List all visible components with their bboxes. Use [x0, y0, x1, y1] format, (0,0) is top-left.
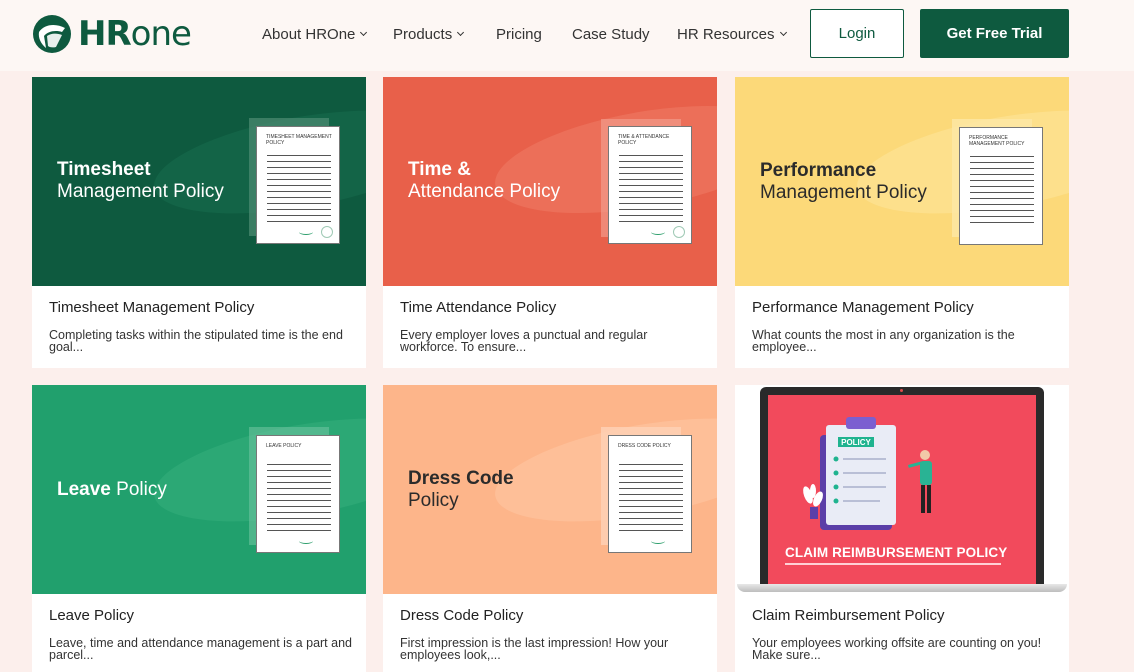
card-description: Completing tasks within the stipulated t…	[49, 328, 343, 354]
site-header: HRone About HROne Products Pricing Case …	[0, 0, 1134, 71]
thumb-title: Leave Policy	[57, 479, 167, 500]
card-thumbnail[interactable]: Timesheet Management Policy TIMESHEET MA…	[32, 77, 366, 286]
login-button[interactable]: Login	[810, 9, 904, 58]
document-icon: TIMESHEET MANAGEMENT POLICY	[256, 126, 340, 244]
card-title[interactable]: Dress Code Policy	[400, 607, 523, 624]
card-title[interactable]: Claim Reimbursement Policy	[752, 607, 945, 624]
card-description: Your employees working offsite are count…	[752, 636, 1042, 662]
claim-banner-underline	[785, 563, 1001, 565]
chevron-down-icon	[360, 28, 368, 37]
nav-about[interactable]: About HROne	[262, 26, 368, 43]
card-description: Leave, time and attendance management is…	[49, 636, 352, 662]
laptop-screen: POLICY CLAIM REIMBURSEMENT POLICY	[768, 395, 1036, 584]
document-icon: PERFORMANCE MANAGEMENT POLICY	[959, 127, 1043, 245]
laptop-illustration: POLICY CLAIM REIMBURSEMENT POLICY	[760, 387, 1044, 584]
chevron-down-icon	[457, 28, 465, 37]
card-description: First impression is the last impression!…	[400, 636, 669, 662]
nav-case-study[interactable]: Case Study	[572, 26, 650, 43]
document-icon: DRESS CODE POLICY	[608, 435, 692, 553]
thumb-title: Time & Attendance Policy	[408, 159, 561, 202]
clipboard-policy-illustration: POLICY	[803, 417, 932, 530]
card-thumbnail[interactable]: Leave Policy LEAVE POLICY	[32, 385, 366, 594]
policy-card-leave[interactable]: Leave Policy LEAVE POLICY Leave Policy L…	[32, 385, 366, 672]
hrone-logo[interactable]: HRone	[32, 14, 192, 54]
policy-card-claim-reimbursement[interactable]: POLICY CLAIM REIMBURSEMENT POLICY Claim …	[735, 385, 1069, 672]
thumb-title: Dress Code Policy	[408, 468, 514, 511]
thumb-title: Timesheet Management Policy	[57, 159, 224, 202]
nav-pricing[interactable]: Pricing	[496, 26, 542, 43]
card-thumbnail[interactable]: Dress Code Policy DRESS CODE POLICY	[383, 385, 717, 594]
card-thumbnail[interactable]: Performance Management Policy PERFORMANC…	[735, 77, 1069, 286]
card-description: Every employer loves a punctual and regu…	[400, 328, 648, 354]
nav-pricing-label: Pricing	[496, 26, 542, 43]
nav-case-study-label: Case Study	[572, 26, 650, 43]
policy-card-dress-code[interactable]: Dress Code Policy DRESS CODE POLICY Dres…	[383, 385, 717, 672]
document-icon: TIME & ATTENDANCE POLICY	[608, 126, 692, 244]
thumb-title: Performance Management Policy	[760, 160, 927, 203]
camera-dot	[900, 389, 903, 392]
get-free-trial-button[interactable]: Get Free Trial	[920, 9, 1069, 58]
card-title[interactable]: Performance Management Policy	[752, 299, 974, 316]
card-title[interactable]: Leave Policy	[49, 607, 134, 624]
nav-hr-resources-label: HR Resources	[677, 26, 775, 43]
document-icon: LEAVE POLICY	[256, 435, 340, 553]
card-title[interactable]: Timesheet Management Policy	[49, 299, 254, 316]
card-title[interactable]: Time Attendance Policy	[400, 299, 556, 316]
policy-tag-text: POLICY	[841, 438, 871, 447]
card-description: What counts the most in any organization…	[752, 328, 1015, 354]
card-thumbnail[interactable]: POLICY CLAIM REIMBURSEMENT POLICY	[735, 385, 1069, 594]
hrone-logo-icon	[33, 15, 71, 53]
claim-banner-text: CLAIM REIMBURSEMENT POLICY	[785, 545, 1008, 560]
nav-products[interactable]: Products	[393, 26, 465, 43]
policy-card-time-attendance[interactable]: Time & Attendance Policy TIME & ATTENDAN…	[383, 77, 717, 368]
chevron-down-icon	[779, 28, 787, 37]
card-thumbnail[interactable]: Time & Attendance Policy TIME & ATTENDAN…	[383, 77, 717, 286]
policy-card-performance[interactable]: Performance Management Policy PERFORMANC…	[735, 77, 1069, 368]
nav-hr-resources[interactable]: HR Resources	[677, 26, 787, 43]
laptop-base	[737, 584, 1067, 592]
policy-card-timesheet[interactable]: Timesheet Management Policy TIMESHEET MA…	[32, 77, 366, 368]
nav-about-label: About HROne	[262, 26, 356, 43]
logo-wordmark: HRone	[78, 14, 192, 54]
nav-products-label: Products	[393, 26, 453, 43]
